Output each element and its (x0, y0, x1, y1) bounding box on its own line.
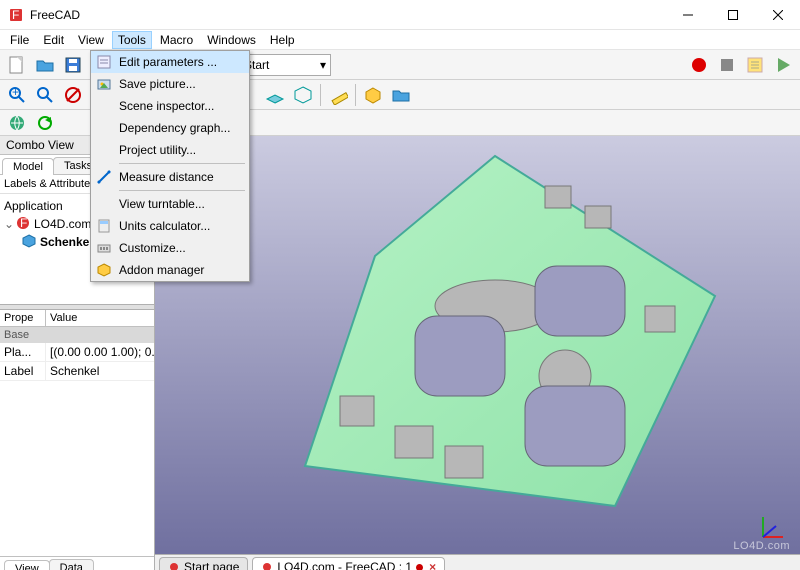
menu-measure-distance[interactable]: Measure distance (91, 166, 249, 188)
menu-edit[interactable]: Edit (37, 31, 70, 49)
prop-header-value: Value (46, 310, 81, 326)
titlebar: F FreeCAD (0, 0, 800, 30)
doc-tab-label: Start page (184, 560, 239, 570)
svg-text:F: F (20, 216, 27, 230)
tree-label: Application (4, 199, 63, 213)
menu-scene-inspector[interactable]: Scene inspector... (91, 95, 249, 117)
property-header: Prope Value (0, 310, 154, 327)
svg-text:F: F (12, 8, 19, 22)
menubar: File Edit View Tools Macro Windows Help (0, 30, 800, 50)
3d-model (245, 146, 745, 536)
svg-text:+: + (12, 85, 19, 99)
menu-item-label: Project utility... (119, 143, 196, 157)
prop-value[interactable]: Schenkel (46, 362, 154, 380)
tools-menu-dropdown: Edit parameters ... Save picture... Scen… (90, 50, 250, 282)
window-maximize-button[interactable] (710, 0, 755, 30)
window-close-button[interactable] (755, 0, 800, 30)
menu-separator (119, 190, 245, 191)
prop-row-placement[interactable]: Pla... [(0.00 0.00 1.00); 0.0... (0, 343, 154, 362)
tree-label: Schenkel (40, 235, 93, 249)
play-button[interactable] (770, 52, 796, 78)
save-picture-icon (95, 75, 113, 93)
prop-row-label[interactable]: Label Schenkel (0, 362, 154, 381)
doc-tab-label: LO4D.com - FreeCAD : 1 (277, 560, 412, 570)
menu-save-picture[interactable]: Save picture... (91, 73, 249, 95)
doc-tab-lo4d[interactable]: LO4D.com - FreeCAD : 1 × (252, 557, 445, 570)
tree-label: LO4D.com (34, 217, 91, 231)
calc-icon (95, 217, 113, 235)
axis-triad (758, 512, 788, 542)
menu-tools[interactable]: Tools (112, 31, 152, 49)
menu-item-label: Dependency graph... (119, 121, 230, 135)
menu-item-label: Measure distance (119, 170, 214, 184)
window-minimize-button[interactable] (665, 0, 710, 30)
doc-tab-start[interactable]: Start page (159, 557, 248, 570)
menu-item-label: Units calculator... (119, 219, 210, 233)
measure-icon (95, 168, 113, 186)
open-button[interactable] (32, 52, 58, 78)
menu-view[interactable]: View (72, 31, 110, 49)
property-tabs: View Data (0, 556, 154, 570)
zoom-fit-button[interactable]: + (4, 82, 30, 108)
bottom-button[interactable] (262, 82, 288, 108)
gear-icon (261, 561, 273, 570)
prop-key: Label (0, 362, 46, 380)
menu-project-utility[interactable]: Project utility... (91, 139, 249, 161)
draw-style-button[interactable] (60, 82, 86, 108)
measure-button[interactable] (325, 82, 351, 108)
web-reload-button[interactable] (32, 110, 58, 136)
menu-macro[interactable]: Macro (154, 31, 199, 49)
doc-icon: F (16, 216, 32, 232)
customize-icon (95, 239, 113, 257)
window-title: FreeCAD (30, 8, 80, 22)
document-tabs: Start page LO4D.com - FreeCAD : 1 × (155, 554, 800, 570)
menu-item-label: Addon manager (119, 263, 204, 277)
menu-dependency-graph[interactable]: Dependency graph... (91, 117, 249, 139)
menu-customize[interactable]: Customize... (91, 237, 249, 259)
caret-down-icon[interactable]: ⌄ (4, 217, 14, 231)
menu-addon-manager[interactable]: Addon manager (91, 259, 249, 281)
app-icon: F (8, 7, 24, 23)
group-button[interactable] (388, 82, 414, 108)
tab-view[interactable]: View (4, 560, 50, 570)
macros-button[interactable] (742, 52, 768, 78)
menu-item-label: Customize... (119, 241, 186, 255)
prop-group-base[interactable]: Base (0, 327, 154, 343)
menu-separator (119, 163, 245, 164)
edit-params-icon (95, 53, 113, 71)
prop-key: Pla... (0, 343, 46, 361)
prop-header-name: Prope (0, 310, 46, 326)
close-icon[interactable]: × (429, 560, 436, 570)
menu-help[interactable]: Help (264, 31, 301, 49)
menu-file[interactable]: File (4, 31, 35, 49)
menu-view-turntable[interactable]: View turntable... (91, 193, 249, 215)
left-button[interactable] (290, 82, 316, 108)
menu-item-label: View turntable... (119, 197, 205, 211)
record-button[interactable] (686, 52, 712, 78)
addon-icon (95, 261, 113, 279)
tab-data[interactable]: Data (49, 559, 94, 570)
dirty-indicator (416, 564, 423, 570)
part-icon (22, 234, 38, 250)
3d-viewport[interactable]: LO4D.com Start page LO4D.com - FreeCAD :… (155, 136, 800, 570)
gear-icon (168, 561, 180, 570)
new-button[interactable] (4, 52, 30, 78)
part-button[interactable] (360, 82, 386, 108)
prop-value[interactable]: [(0.00 0.00 1.00); 0.0... (46, 343, 154, 361)
menu-item-label: Edit parameters ... (119, 55, 217, 69)
chevron-down-icon: ▾ (320, 58, 326, 72)
menu-units-calculator[interactable]: Units calculator... (91, 215, 249, 237)
tab-model[interactable]: Model (2, 158, 54, 175)
stop-button[interactable] (714, 52, 740, 78)
web-back-button[interactable] (4, 110, 30, 136)
zoom-select-button[interactable] (32, 82, 58, 108)
menu-windows[interactable]: Windows (201, 31, 262, 49)
menu-item-label: Scene inspector... (119, 99, 214, 113)
menu-edit-parameters[interactable]: Edit parameters ... (91, 51, 249, 73)
save-button[interactable] (60, 52, 86, 78)
menu-item-label: Save picture... (119, 77, 196, 91)
